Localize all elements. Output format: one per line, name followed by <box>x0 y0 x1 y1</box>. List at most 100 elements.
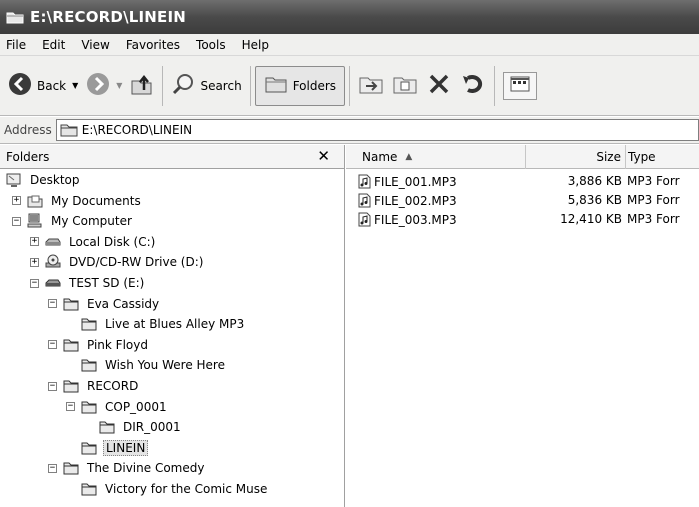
computer-icon <box>27 213 45 229</box>
hard-disk-icon <box>45 234 63 250</box>
sort-ascending-icon: ▲ <box>405 152 413 162</box>
file-name: FILE_002.MP3 <box>374 193 457 208</box>
tree-item[interactable]: − COP_0001 <box>66 397 169 417</box>
chevron-down-icon[interactable]: ▼ <box>116 81 122 90</box>
tree-item[interactable]: Victory for the Comic Muse <box>66 479 269 499</box>
expand-icon[interactable]: + <box>30 237 39 247</box>
tree-item[interactable]: − TEST SD (E:) <box>30 273 146 293</box>
menu-file[interactable]: File <box>0 38 34 52</box>
mp3-file-icon <box>358 193 371 208</box>
toolbar-separator <box>349 65 351 106</box>
tree-item-label: LINEIN <box>103 439 149 456</box>
tree-item[interactable]: Live at Blues Alley MP3 <box>66 314 246 334</box>
move-to-icon <box>358 72 384 99</box>
file-size: 5,836 KB <box>567 193 622 207</box>
folders-button[interactable]: Folders <box>254 65 346 106</box>
collapse-icon[interactable]: − <box>48 299 57 309</box>
collapse-icon[interactable]: − <box>12 216 21 226</box>
column-header-type[interactable]: Type <box>626 145 699 169</box>
window-title: E:\RECORD\LINEIN <box>30 8 187 26</box>
tree-item-label: DIR_0001 <box>123 420 181 435</box>
search-label: Search <box>200 78 242 93</box>
folder-icon <box>81 440 99 456</box>
toolbar-separator <box>249 65 251 106</box>
tree-item-label: My Computer <box>51 214 132 229</box>
file-type: MP3 Forr <box>627 174 680 188</box>
expand-icon[interactable]: + <box>30 257 39 267</box>
folder-icon <box>6 8 30 26</box>
address-value: E:\RECORD\LINEIN <box>81 123 193 137</box>
file-row[interactable]: FILE_003.MP3 12,410 KB MP3 Forr <box>346 211 699 229</box>
tree-item[interactable]: + DVD/CD-RW Drive (D:) <box>30 252 205 272</box>
collapse-icon[interactable]: − <box>48 463 57 473</box>
copy-to-icon <box>392 72 418 99</box>
folder-icon <box>81 357 99 373</box>
removable-disk-icon <box>45 275 63 291</box>
file-size: 12,410 KB <box>560 212 622 226</box>
menu-view[interactable]: View <box>73 38 117 52</box>
views-grid-icon <box>510 76 530 95</box>
tree-item[interactable]: − Pink Floyd <box>48 335 150 355</box>
tree-item[interactable]: − RECORD <box>48 376 140 396</box>
close-icon[interactable]: ✕ <box>317 147 330 165</box>
undo-button[interactable] <box>456 66 490 106</box>
address-input[interactable]: E:\RECORD\LINEIN <box>55 119 699 141</box>
tree-item-label: Victory for the Comic Muse <box>105 482 268 496</box>
folder-icon <box>63 337 81 353</box>
folders-pane: Folders ✕ Desktop + My Documents − My Comput… <box>0 145 345 507</box>
copy-to-button[interactable] <box>388 66 422 106</box>
tree-item-label: The Divine Comedy <box>87 461 205 476</box>
back-label: Back <box>37 78 67 93</box>
tree-item[interactable]: − The Divine Comedy <box>48 458 206 478</box>
up-folder-icon <box>130 72 154 99</box>
tree-item[interactable]: DIR_0001 <box>84 417 183 437</box>
forward-button[interactable]: ▼ <box>82 66 126 106</box>
column-header-size[interactable]: Size <box>526 145 626 169</box>
file-row[interactable]: FILE_002.MP3 5,836 KB MP3 Forr <box>346 192 699 210</box>
tree-item-label: Pink Floyd <box>87 337 148 352</box>
file-size: 3,886 KB <box>567 174 622 188</box>
tree-item[interactable]: − Eva Cassidy <box>48 294 161 314</box>
folders-pane-header: Folders ✕ <box>0 145 344 169</box>
collapse-icon[interactable]: − <box>66 402 75 412</box>
title-bar[interactable]: E:\RECORD\LINEIN <box>0 0 699 34</box>
folder-icon <box>60 123 78 137</box>
file-row[interactable]: FILE_001.MP3 3,886 KB MP3 Forr <box>346 173 699 191</box>
up-folder-button[interactable] <box>126 66 158 106</box>
search-button[interactable]: Search <box>167 66 245 106</box>
back-button[interactable]: Back ▼ <box>4 66 82 106</box>
file-name: FILE_001.MP3 <box>374 174 457 189</box>
folder-icon <box>81 316 99 332</box>
toolbar: Back ▼ ▼ Search Folders <box>0 56 699 116</box>
tree-item[interactable]: + My Documents <box>12 191 143 211</box>
tree-item[interactable]: LINEIN <box>66 438 149 458</box>
menu-edit[interactable]: Edit <box>34 38 73 52</box>
delete-icon <box>426 72 452 99</box>
desktop-icon <box>6 172 24 188</box>
collapse-icon[interactable]: − <box>30 278 39 288</box>
toolbar-separator <box>494 65 496 106</box>
views-button[interactable] <box>503 71 538 100</box>
tree-item[interactable]: Desktop <box>6 170 82 190</box>
expand-icon[interactable]: + <box>12 196 21 206</box>
folder-icon <box>63 460 81 476</box>
tree-item-label: RECORD <box>87 379 139 393</box>
undo-icon <box>460 72 486 99</box>
tree-item[interactable]: − My Computer <box>12 211 134 231</box>
column-header-name[interactable]: Name ▲ <box>346 145 526 169</box>
collapse-icon[interactable]: − <box>48 381 57 391</box>
folders-pane-title: Folders <box>6 149 50 164</box>
tree-item-label: Local Disk (C:) <box>69 234 156 249</box>
tree-item[interactable]: Wish You Were Here <box>66 355 227 375</box>
column-type-label: Type <box>628 150 656 164</box>
delete-button[interactable] <box>422 66 456 106</box>
folder-icon <box>63 378 81 394</box>
menu-tools[interactable]: Tools <box>188 38 234 52</box>
chevron-down-icon[interactable]: ▼ <box>72 81 78 90</box>
folders-icon <box>264 74 288 97</box>
move-to-button[interactable] <box>354 66 388 106</box>
menu-help[interactable]: Help <box>234 38 277 52</box>
collapse-icon[interactable]: − <box>48 340 57 350</box>
menu-favorites[interactable]: Favorites <box>118 38 188 52</box>
tree-item[interactable]: + Local Disk (C:) <box>30 232 157 252</box>
